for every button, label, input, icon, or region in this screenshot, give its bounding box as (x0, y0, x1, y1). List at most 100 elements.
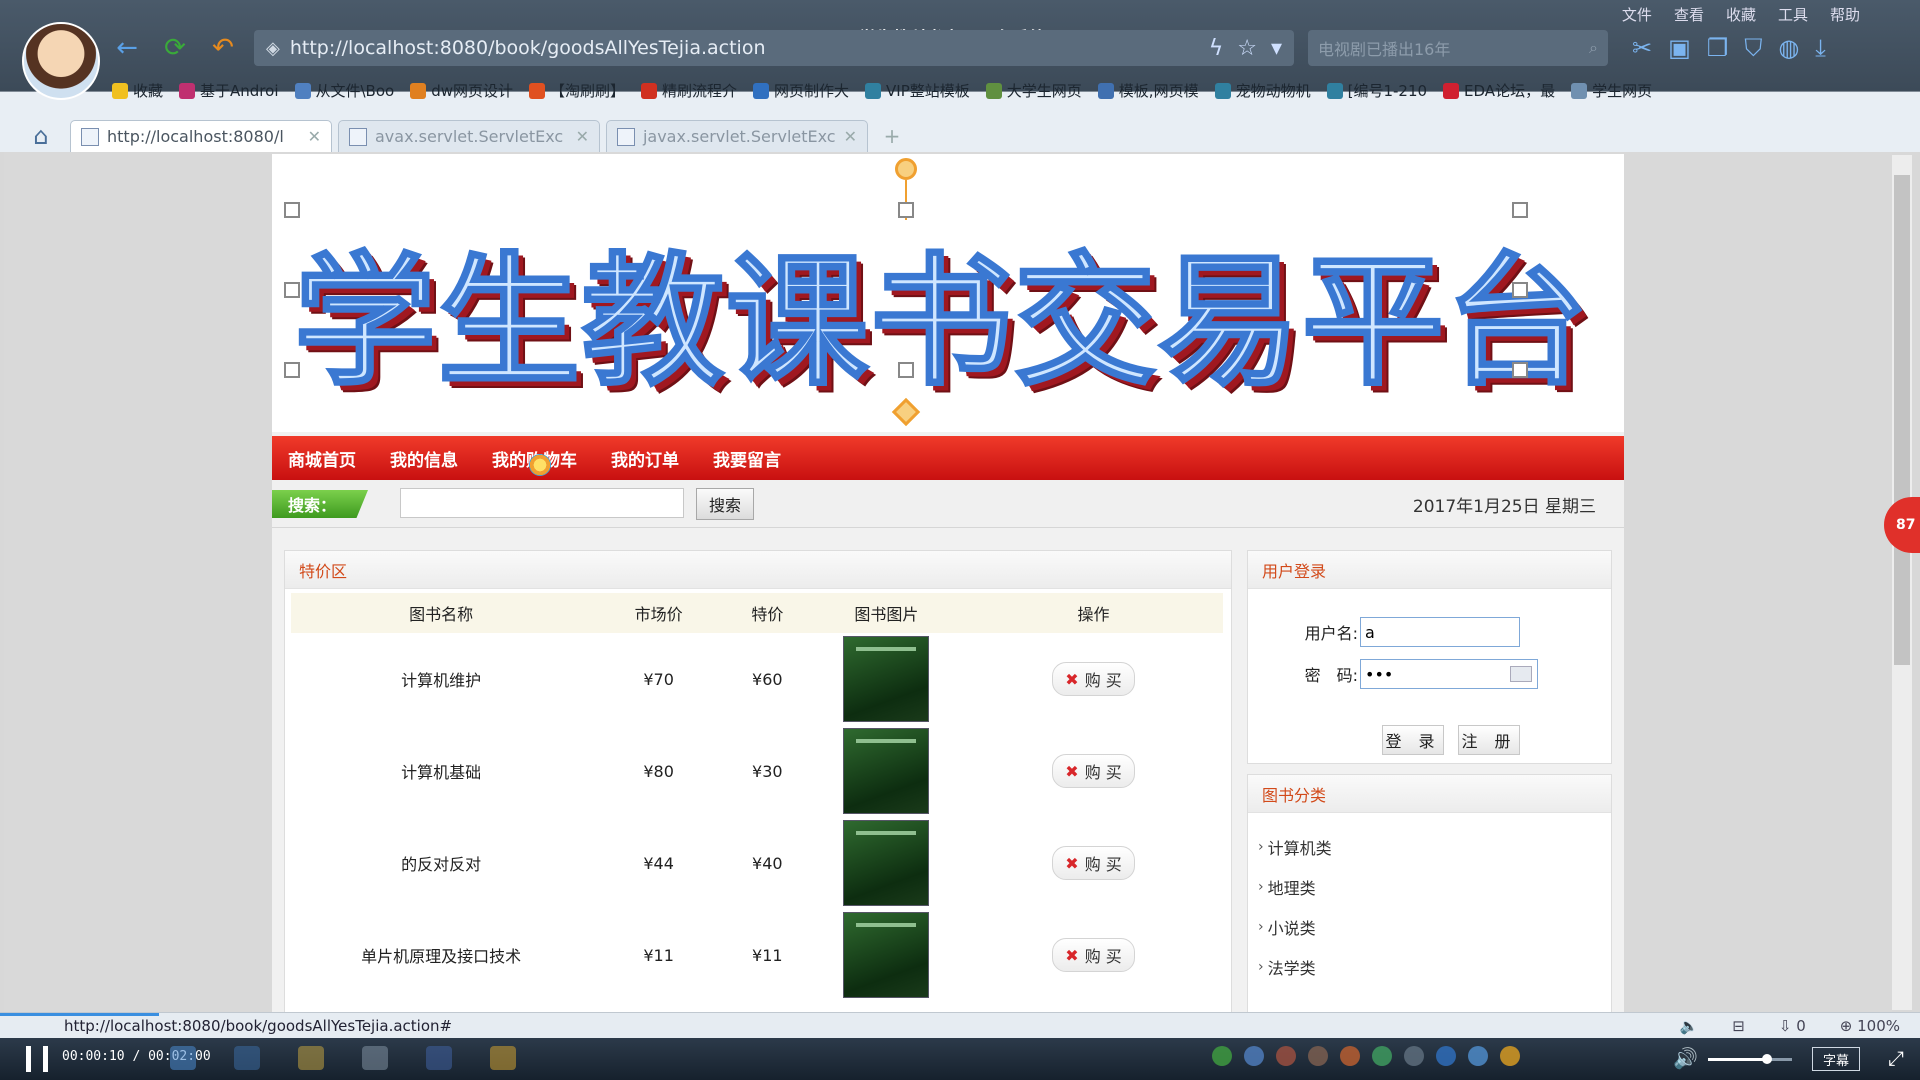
bookmark-icon[interactable]: ❐ (1707, 34, 1729, 62)
bookmark-item[interactable]: 宠物动物机 (1214, 80, 1311, 101)
home-icon[interactable]: ⌂ (24, 120, 58, 152)
search-button[interactable]: 搜索 (696, 488, 754, 520)
download-count[interactable]: ⇩ 0 (1779, 1017, 1806, 1035)
tray-icon[interactable] (1212, 1046, 1232, 1066)
bookmark-item[interactable]: [编号1-210 (1326, 80, 1427, 101)
search-input[interactable] (400, 488, 684, 518)
menu-view[interactable]: 查看 (1674, 4, 1704, 25)
book-cover-image[interactable] (843, 728, 930, 814)
tray-icon[interactable] (1468, 1046, 1488, 1066)
globe-icon[interactable]: ◍ (1778, 34, 1799, 62)
tab-servlet-exception-1[interactable]: avax.servlet.ServletExc ✕ (338, 120, 600, 152)
subtitle-button[interactable]: 字幕 (1812, 1047, 1860, 1071)
resize-handle-bl[interactable] (284, 362, 300, 378)
zoom-level[interactable]: ⊕ 100% (1840, 1017, 1900, 1035)
keyboard-icon[interactable] (1510, 666, 1532, 682)
username-input[interactable] (1360, 617, 1520, 647)
resize-handle-tl[interactable] (284, 202, 300, 218)
tray-icon[interactable] (1308, 1046, 1328, 1066)
tray-icon[interactable] (1244, 1046, 1264, 1066)
taskbar-app-icon[interactable] (170, 1046, 196, 1070)
resize-handle-ml[interactable] (284, 282, 300, 298)
taskbar-folder-icon[interactable] (298, 1046, 324, 1070)
shield-guard-icon[interactable]: ⛉ (1744, 34, 1762, 62)
bookmark-item[interactable]: 学生网页 (1571, 80, 1652, 101)
vertical-scrollbar[interactable] (1892, 155, 1912, 1010)
fullscreen-icon[interactable]: ⤢ (1888, 1046, 1904, 1070)
bookmark-item[interactable]: 从文件\Boo (294, 80, 394, 101)
address-url[interactable]: http://localhost:8080/book/goodsAllYesTe… (290, 37, 766, 59)
nav-my-orders[interactable]: 我的订单 (611, 446, 679, 471)
volume-slider[interactable] (1708, 1054, 1792, 1064)
address-bar[interactable]: ◈ http://localhost:8080/book/goodsAllYes… (254, 30, 1294, 66)
buy-button[interactable]: ✖ 购 买 (1052, 662, 1135, 696)
taskbar-app-icon[interactable] (490, 1046, 516, 1070)
book-cover-image[interactable] (843, 912, 930, 998)
tray-icon[interactable] (1340, 1046, 1360, 1066)
menu-help[interactable]: 帮助 (1830, 4, 1860, 25)
resize-handle-br[interactable] (1512, 362, 1528, 378)
resize-handle-mr[interactable] (1512, 282, 1528, 298)
new-tab-button[interactable]: + (874, 124, 910, 152)
rotate-handle[interactable] (895, 158, 917, 180)
refresh-icon[interactable]: ⟳ (158, 31, 192, 65)
close-icon[interactable]: ✕ (308, 127, 321, 146)
taskbar-app-icon[interactable] (234, 1046, 260, 1070)
bookmark-item[interactable]: 大学生网页 (985, 80, 1082, 101)
category-item[interactable]: › 法学类 (1258, 947, 1611, 987)
download-icon[interactable]: ⤓ (1815, 34, 1826, 62)
volume-knob[interactable] (1761, 1054, 1772, 1064)
bookmark-item[interactable]: 模板,网页模 (1097, 80, 1199, 101)
scrollbar-thumb[interactable] (1894, 175, 1910, 665)
category-item[interactable]: › 小说类 (1258, 907, 1611, 947)
tray-icon[interactable] (1372, 1046, 1392, 1066)
close-icon[interactable]: ✕ (576, 127, 589, 146)
chevron-down-icon[interactable]: ▾ (1271, 36, 1282, 61)
category-item[interactable]: › 地理类 (1258, 867, 1611, 907)
tray-icon[interactable] (1276, 1046, 1296, 1066)
bookmark-item[interactable]: EDA论坛，最 (1443, 80, 1555, 101)
nav-leave-message[interactable]: 我要留言 (713, 446, 781, 471)
bookmark-item[interactable]: dw网页设计 (410, 80, 513, 101)
search-engine-box[interactable]: 电视剧已播出16年 ⌕ (1308, 30, 1608, 66)
bookmark-item[interactable]: 基于Androi (179, 80, 279, 101)
menu-favorites[interactable]: 收藏 (1726, 4, 1756, 25)
login-button[interactable]: 登 录 (1382, 725, 1444, 755)
menu-file[interactable]: 文件 (1622, 4, 1652, 25)
back-arrow-icon[interactable]: ← (110, 31, 144, 65)
tray-icon[interactable] (1500, 1046, 1520, 1066)
star-icon[interactable]: ☆ (1237, 36, 1257, 61)
user-avatar[interactable] (22, 22, 100, 100)
register-button[interactable]: 注 册 (1458, 725, 1520, 755)
tab-servlet-exception-2[interactable]: javax.servlet.ServletExc ✕ (606, 120, 868, 152)
resize-handle-tc[interactable] (898, 202, 914, 218)
lightning-icon[interactable]: ϟ (1209, 36, 1224, 61)
search-icon[interactable]: ⌕ (1589, 38, 1598, 58)
taskbar-app-icon[interactable] (426, 1046, 452, 1070)
bookmark-item[interactable]: 精刷流程介 (641, 80, 737, 101)
tray-icon[interactable] (1404, 1046, 1424, 1066)
bookmark-item[interactable]: 【淘刷刷】 (529, 80, 625, 101)
resize-handle-bc[interactable] (898, 362, 914, 378)
close-icon[interactable]: ✕ (844, 127, 857, 146)
window-icon[interactable]: ▣ (1668, 34, 1691, 62)
undo-icon[interactable]: ↶ (206, 31, 240, 65)
bookmark-item[interactable]: 收藏 (112, 80, 163, 101)
buy-button[interactable]: ✖ 购 买 (1052, 938, 1135, 972)
nav-my-info[interactable]: 我的信息 (390, 446, 458, 471)
speaker-icon[interactable]: 🔈 (1680, 1017, 1699, 1035)
volume-icon[interactable]: 🔊 (1673, 1046, 1698, 1070)
tab-localhost[interactable]: http://localhost:8080/l ✕ (70, 120, 332, 152)
buy-button[interactable]: ✖ 购 买 (1052, 846, 1135, 880)
bookmark-item[interactable]: 网页制作大 (753, 80, 849, 101)
taskbar-app-icon[interactable] (362, 1046, 388, 1070)
pause-icon[interactable] (26, 1046, 48, 1072)
scissors-icon[interactable]: ✂ (1632, 34, 1652, 62)
buy-button[interactable]: ✖ 购 买 (1052, 754, 1135, 788)
toolbox-icon[interactable]: ⊟ (1732, 1017, 1745, 1035)
menu-tools[interactable]: 工具 (1778, 4, 1808, 25)
bookmark-item[interactable]: VIP整站模板 (865, 80, 970, 101)
tray-icon[interactable] (1436, 1046, 1456, 1066)
category-item[interactable]: › 计算机类 (1258, 827, 1611, 867)
nav-home[interactable]: 商城首页 (288, 446, 356, 471)
